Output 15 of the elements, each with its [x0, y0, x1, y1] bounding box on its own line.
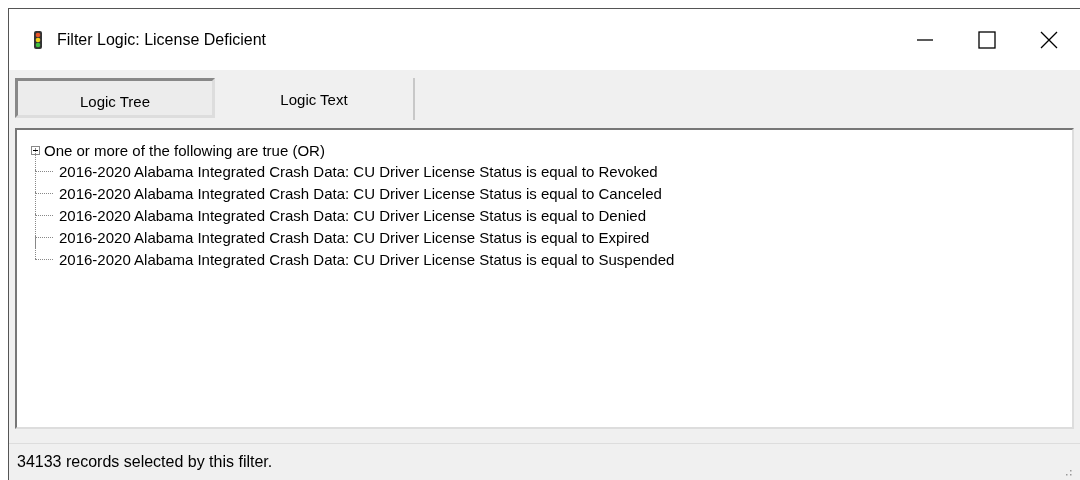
tree-item[interactable]: 2016-2020 Alabama Integrated Crash Data: CU Driver License Status is equal to Suspended — [59, 250, 675, 268]
tree-item[interactable]: 2016-2020 Alabama Integrated Crash Data: CU Driver License Status is equal to Revoked — [59, 162, 658, 180]
tree-item[interactable]: One or more of the following are true (OR) — [44, 141, 325, 159]
close-icon — [1039, 29, 1059, 50]
tree-item[interactable]: 2016-2020 Alabama Integrated Crash Data: CU Driver License Status is equal to Expired — [59, 228, 650, 246]
minimize-icon — [917, 38, 933, 41]
collapse-icon[interactable] — [31, 145, 40, 155]
resize-grip-icon[interactable] — [1064, 468, 1072, 476]
status-text: 34133 records selected by this filter. — [17, 453, 273, 471]
tree-item[interactable]: 2016-2020 Alabama Integrated Crash Data: CU Driver License Status is equal to Canceled — [59, 184, 662, 202]
window-title: Filter Logic: License Deficient — [57, 30, 266, 49]
traffic-light-icon — [33, 30, 43, 49]
tree-item[interactable]: 2016-2020 Alabama Integrated Crash Data: CU Driver License Status is equal to Denied — [59, 206, 646, 224]
maximize-icon — [977, 29, 997, 50]
tab[interactable]: Logic Tree — [15, 78, 215, 118]
